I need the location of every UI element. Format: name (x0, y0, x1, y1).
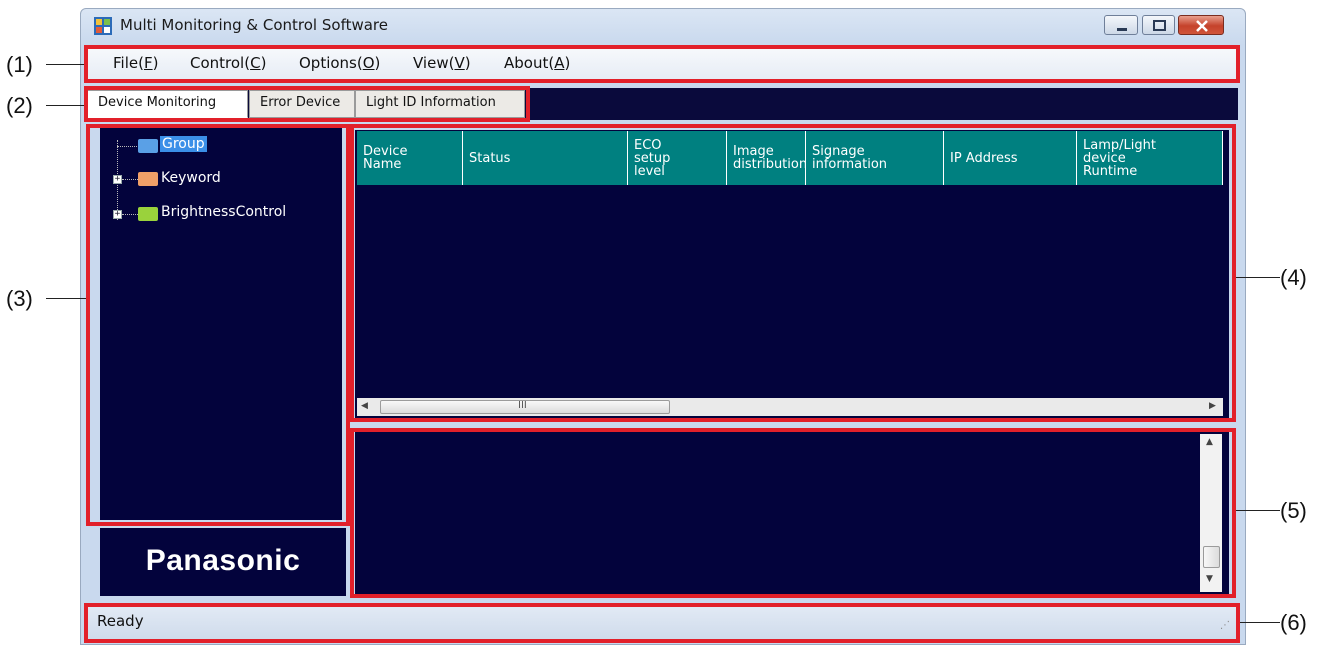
window-title: Multi Monitoring & Control Software (120, 16, 388, 34)
highlight-status-bar (84, 603, 1240, 643)
highlight-tree (86, 124, 350, 526)
highlight-log (350, 428, 1236, 598)
callout-leader (46, 105, 84, 106)
close-icon (1196, 20, 1208, 32)
maximize-button[interactable] (1142, 15, 1175, 35)
callout-leader (1236, 277, 1280, 278)
callout-leader (1240, 622, 1280, 623)
callout-leader (46, 64, 84, 65)
highlight-tabs (84, 86, 530, 122)
app-grid-icon (94, 17, 112, 35)
callout-3: (3) (6, 286, 33, 311)
callout-1: (1) (6, 52, 33, 77)
minimize-button[interactable] (1104, 15, 1138, 35)
close-button[interactable] (1178, 15, 1224, 35)
callout-leader (46, 298, 86, 299)
callout-5: (5) (1280, 498, 1307, 523)
maximize-icon (1153, 20, 1166, 31)
highlight-grid (350, 124, 1236, 422)
callout-leader (1236, 510, 1280, 511)
minimize-icon (1117, 28, 1127, 31)
callout-4: (4) (1280, 265, 1307, 290)
callout-2: (2) (6, 93, 33, 118)
callout-6: (6) (1280, 610, 1307, 635)
panasonic-logo: Panasonic (145, 544, 301, 577)
highlight-menu-bar (84, 45, 1240, 83)
